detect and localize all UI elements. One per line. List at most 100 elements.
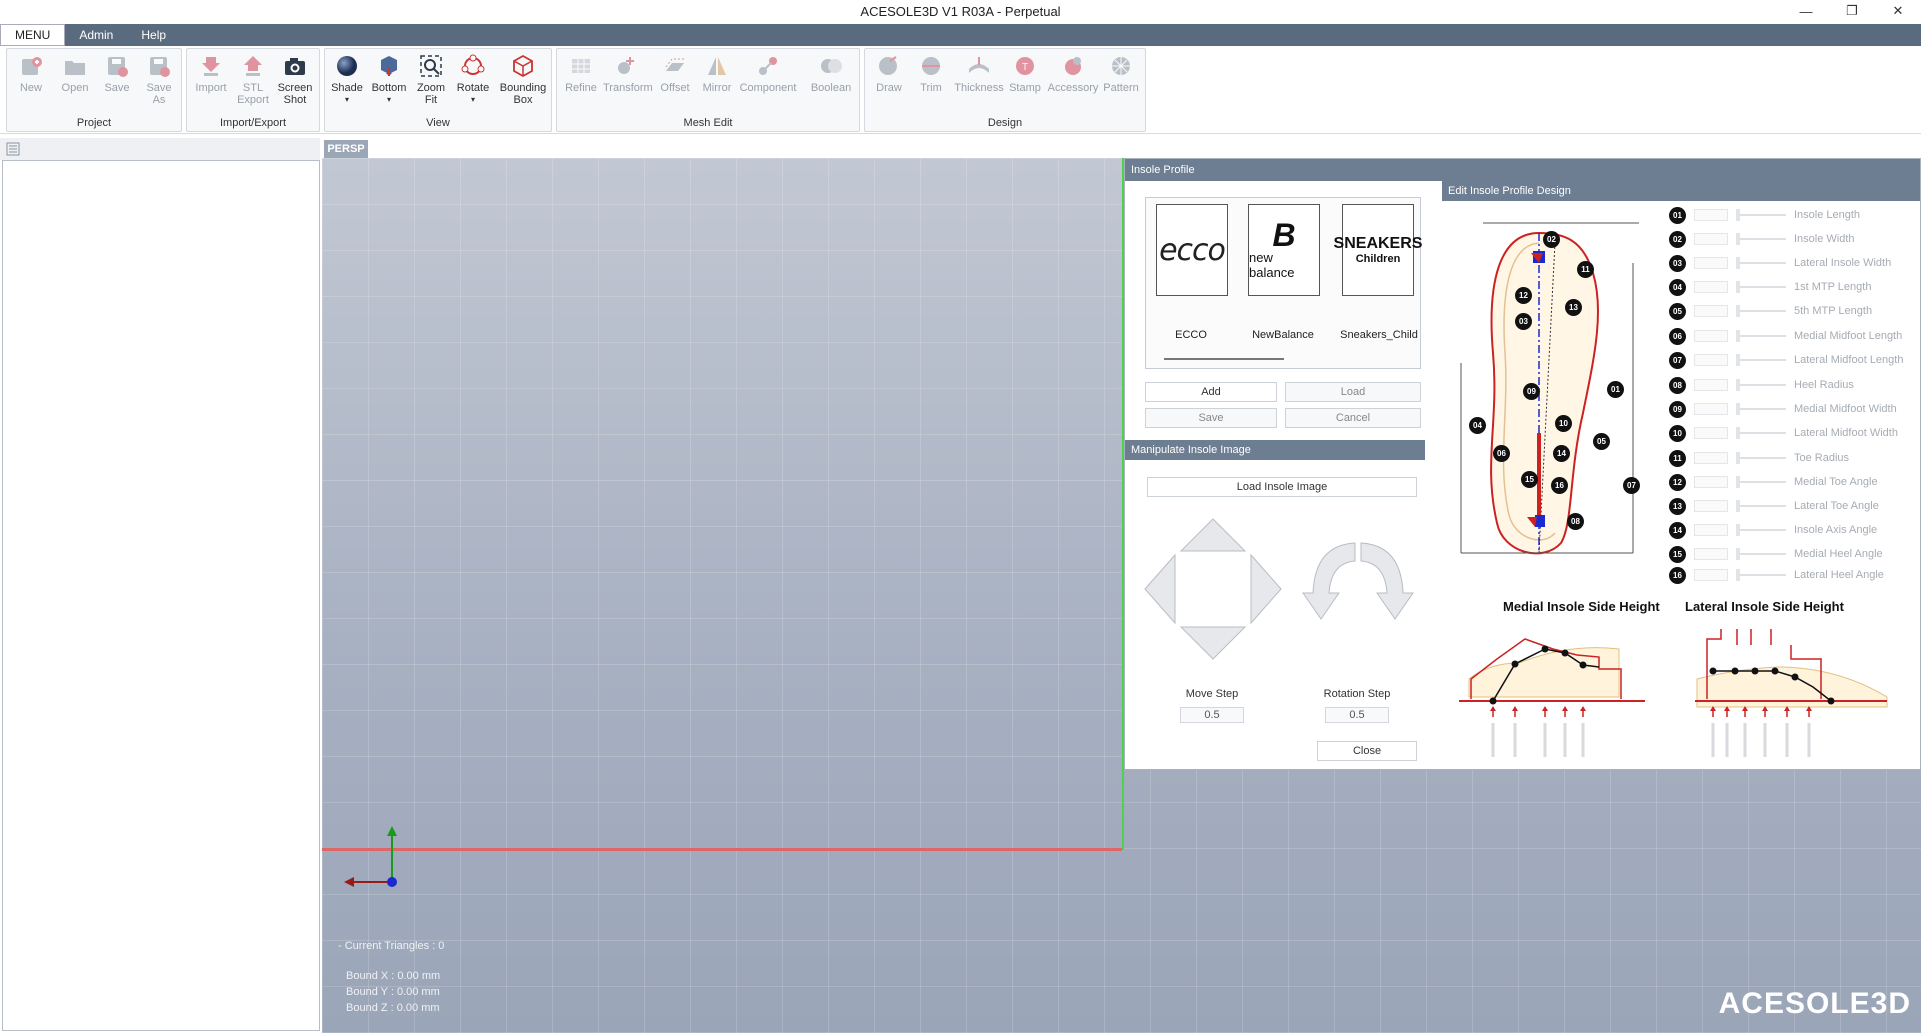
rotation-step-input[interactable]: 0.5 [1325, 707, 1389, 723]
refine-button[interactable]: Refine [561, 53, 601, 94]
screen-shot-button[interactable]: Screen Shot [275, 53, 315, 106]
param-slider[interactable] [1736, 233, 1786, 245]
marker-07[interactable]: 07 [1623, 477, 1640, 494]
cancel-button[interactable]: Cancel [1285, 408, 1421, 428]
param-value-input[interactable] [1694, 354, 1728, 366]
marker-13[interactable]: 13 [1565, 299, 1582, 316]
close-button[interactable]: Close [1317, 741, 1417, 761]
marker-06[interactable]: 06 [1493, 445, 1510, 462]
param-value-input[interactable] [1694, 330, 1728, 342]
param-slider[interactable] [1736, 379, 1786, 391]
maximize-button[interactable]: ❐ [1829, 0, 1875, 22]
offset-button[interactable]: Offset [655, 53, 695, 94]
param-slider[interactable] [1736, 403, 1786, 415]
trim-button[interactable]: Trim [911, 53, 951, 94]
component-button[interactable]: Component [737, 53, 799, 94]
marker-02[interactable]: 02 [1543, 231, 1560, 248]
param-value-input[interactable] [1694, 233, 1728, 245]
transform-button[interactable]: Transform [603, 53, 653, 94]
marker-15[interactable]: 15 [1521, 471, 1538, 488]
marker-08[interactable]: 08 [1567, 513, 1584, 530]
param-value-input[interactable] [1694, 281, 1728, 293]
move-right-arrow[interactable] [1250, 553, 1282, 625]
menu-help[interactable]: Help [127, 24, 180, 46]
stl-export-button[interactable]: STL Export [233, 53, 273, 106]
brand-list[interactable]: ecco ECCO B new balance NewBalance SNEAK… [1145, 197, 1422, 369]
rotate-ccw-arrow[interactable] [1302, 542, 1356, 620]
param-slider[interactable] [1736, 476, 1786, 488]
marker-09[interactable]: 09 [1523, 383, 1540, 400]
marker-11[interactable]: 11 [1577, 261, 1594, 278]
close-window-button[interactable]: ✕ [1875, 0, 1921, 22]
load-button[interactable]: Load [1285, 382, 1421, 402]
stamp-button[interactable]: T Stamp [1005, 53, 1045, 94]
menu-admin[interactable]: Admin [65, 24, 127, 46]
shade-button[interactable]: Shade ▾ [327, 53, 367, 106]
marker-14[interactable]: 14 [1553, 445, 1570, 462]
zoom-fit-button[interactable]: Zoom Fit [411, 53, 451, 106]
param-slider[interactable] [1736, 569, 1786, 581]
rotate-cw-arrow[interactable] [1360, 542, 1414, 620]
param-slider[interactable] [1736, 500, 1786, 512]
move-up-arrow[interactable] [1179, 518, 1247, 552]
tab-persp[interactable]: PERSP [324, 140, 368, 158]
bounding-box-button[interactable]: Bounding Box [497, 53, 549, 106]
minimize-button[interactable]: — [1783, 0, 1829, 22]
brand-card-ecco[interactable]: ecco [1156, 204, 1228, 296]
param-value-input[interactable] [1694, 379, 1728, 391]
project-tree-panel[interactable] [2, 160, 320, 1031]
thickness-button[interactable]: Thickness [953, 53, 1005, 94]
new-button[interactable]: New [11, 53, 51, 94]
brand-card-sneakers-child[interactable]: SNEAKERS Children [1334, 204, 1422, 296]
move-down-arrow[interactable] [1179, 626, 1247, 660]
param-slider[interactable] [1736, 330, 1786, 342]
param-value-input[interactable] [1694, 403, 1728, 415]
marker-05[interactable]: 05 [1593, 433, 1610, 450]
marker-16[interactable]: 16 [1551, 477, 1568, 494]
save-as-button[interactable]: Save As [139, 53, 179, 106]
param-slider[interactable] [1736, 548, 1786, 560]
param-slider[interactable] [1736, 524, 1786, 536]
rotate-button[interactable]: Rotate ▾ [453, 53, 493, 106]
panel-list-icon[interactable] [6, 142, 22, 156]
menu-main[interactable]: MENU [0, 24, 66, 46]
mirror-button[interactable]: Mirror [697, 53, 737, 94]
marker-12[interactable]: 12 [1515, 287, 1532, 304]
brand-list-scrollbar[interactable] [1164, 358, 1284, 360]
param-value-input[interactable] [1694, 548, 1728, 560]
save-profile-button[interactable]: Save [1145, 408, 1277, 428]
boolean-button[interactable]: Boolean [807, 53, 855, 94]
param-value-input[interactable] [1694, 305, 1728, 317]
param-slider[interactable] [1736, 281, 1786, 293]
marker-10[interactable]: 10 [1555, 415, 1572, 432]
save-button[interactable]: Save [97, 53, 137, 94]
param-slider[interactable] [1736, 452, 1786, 464]
param-value-input[interactable] [1694, 427, 1728, 439]
brand-card-newbalance[interactable]: B new balance [1248, 204, 1320, 296]
param-slider[interactable] [1736, 354, 1786, 366]
marker-03[interactable]: 03 [1515, 313, 1532, 330]
param-slider[interactable] [1736, 257, 1786, 269]
move-step-input[interactable]: 0.5 [1180, 707, 1244, 723]
param-value-input[interactable] [1694, 257, 1728, 269]
param-value-input[interactable] [1694, 524, 1728, 536]
import-button[interactable]: Import [191, 53, 231, 94]
draw-button[interactable]: Draw [869, 53, 909, 94]
bottom-view-button[interactable]: Bottom ▾ [369, 53, 409, 106]
param-slider[interactable] [1736, 209, 1786, 221]
param-value-input[interactable] [1694, 569, 1728, 581]
param-value-input[interactable] [1694, 476, 1728, 488]
param-value-input[interactable] [1694, 500, 1728, 512]
open-button[interactable]: Open [55, 53, 95, 94]
param-slider[interactable] [1736, 305, 1786, 317]
param-value-input[interactable] [1694, 209, 1728, 221]
add-button[interactable]: Add [1145, 382, 1277, 402]
param-slider[interactable] [1736, 427, 1786, 439]
param-value-input[interactable] [1694, 452, 1728, 464]
move-left-arrow[interactable] [1144, 553, 1176, 625]
marker-04[interactable]: 04 [1469, 417, 1486, 434]
load-insole-image-button[interactable]: Load Insole Image [1147, 477, 1417, 497]
marker-01[interactable]: 01 [1607, 381, 1624, 398]
pattern-button[interactable]: Pattern [1101, 53, 1141, 94]
accessory-button[interactable]: Accessory [1047, 53, 1099, 94]
